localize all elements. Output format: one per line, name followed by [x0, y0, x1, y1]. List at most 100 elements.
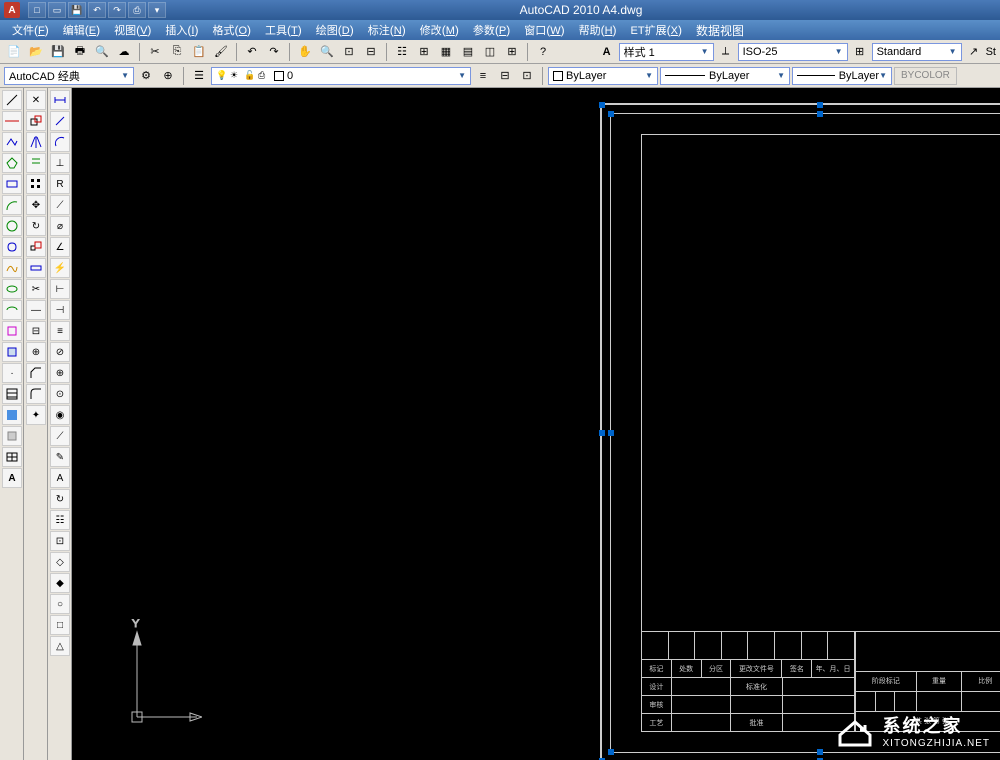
- qat-redo-icon[interactable]: ↷: [108, 2, 126, 18]
- open-icon[interactable]: 📂: [26, 42, 46, 62]
- circle-icon[interactable]: [2, 216, 22, 236]
- layer-manager-icon[interactable]: ☰: [189, 66, 209, 86]
- layer-state-icon[interactable]: ⊟: [495, 66, 515, 86]
- dim-diameter-icon[interactable]: ⌀: [50, 216, 70, 236]
- grip-handle[interactable]: [608, 111, 614, 117]
- rotate-icon[interactable]: ↻: [26, 216, 46, 236]
- hatch-icon[interactable]: [2, 384, 22, 404]
- grip-handle[interactable]: [608, 749, 614, 755]
- tolerance-icon[interactable]: ⊕: [50, 363, 70, 383]
- dim-radius-icon[interactable]: R: [50, 174, 70, 194]
- menu-et-ext[interactable]: ET扩展(X): [625, 20, 688, 40]
- pline-icon[interactable]: [2, 132, 22, 152]
- undo-icon[interactable]: ↶: [242, 42, 262, 62]
- insert-block-icon[interactable]: [2, 321, 22, 341]
- mleader-icon[interactable]: ↗: [964, 42, 984, 62]
- pan-icon[interactable]: ✋: [295, 42, 315, 62]
- copy-icon[interactable]: ⎘: [167, 42, 187, 62]
- dim-jog-line-icon[interactable]: ⟋: [50, 426, 70, 446]
- zoom-window-icon[interactable]: ⊡: [339, 42, 359, 62]
- workspace-save-icon[interactable]: ⊕: [158, 66, 178, 86]
- offset-icon[interactable]: [26, 153, 46, 173]
- properties-icon[interactable]: ☷: [392, 42, 412, 62]
- save-icon[interactable]: 💾: [48, 42, 68, 62]
- xline-icon[interactable]: [2, 111, 22, 131]
- designcenter-icon[interactable]: ⊞: [414, 42, 434, 62]
- dim-aligned-icon[interactable]: [50, 111, 70, 131]
- grip-handle[interactable]: [599, 430, 605, 436]
- dim-quick-icon[interactable]: ⚡: [50, 258, 70, 278]
- grip-handle[interactable]: [817, 111, 823, 117]
- cut-icon[interactable]: ✂: [145, 42, 165, 62]
- dimstyle-dropdown[interactable]: ISO-25▼: [738, 43, 848, 61]
- dim-update-icon[interactable]: ↻: [50, 489, 70, 509]
- menu-draw[interactable]: 绘图(D): [310, 20, 360, 40]
- qat-undo-icon[interactable]: ↶: [88, 2, 106, 18]
- publish-icon[interactable]: ☁: [114, 42, 134, 62]
- fillet-icon[interactable]: [26, 384, 46, 404]
- qat-print-icon[interactable]: ⎙: [128, 2, 146, 18]
- grip-handle[interactable]: [817, 102, 823, 108]
- erase-icon[interactable]: ✕: [26, 90, 46, 110]
- dim-inspect-icon[interactable]: ◉: [50, 405, 70, 425]
- dim-continue-icon[interactable]: ⊣: [50, 300, 70, 320]
- menu-window[interactable]: 窗口(W): [518, 20, 570, 40]
- help-icon[interactable]: ?: [533, 42, 553, 62]
- dim-misc2-icon[interactable]: ◆: [50, 573, 70, 593]
- calc-icon[interactable]: ⊞: [502, 42, 522, 62]
- grip-handle[interactable]: [608, 430, 614, 436]
- toolpalette-icon[interactable]: ▦: [436, 42, 456, 62]
- explode-icon[interactable]: ✦: [26, 405, 46, 425]
- drawing-canvas[interactable]: 标记 处数 分区 更改文件号 签名 年、月、日 设计 标准化: [72, 88, 1000, 760]
- point-icon[interactable]: ·: [2, 363, 22, 383]
- extend-icon[interactable]: —: [26, 300, 46, 320]
- table-icon[interactable]: [2, 447, 22, 467]
- polygon-icon[interactable]: [2, 153, 22, 173]
- dim-ordinate-icon[interactable]: ⊥: [50, 153, 70, 173]
- revcloud-icon[interactable]: [2, 237, 22, 257]
- markup-icon[interactable]: ◫: [480, 42, 500, 62]
- dim-edit-icon[interactable]: ✎: [50, 447, 70, 467]
- menu-view[interactable]: 视图(V): [108, 20, 157, 40]
- spline-icon[interactable]: [2, 258, 22, 278]
- join-icon[interactable]: ⊕: [26, 342, 46, 362]
- menu-tools[interactable]: 工具(T): [259, 20, 308, 40]
- menu-edit[interactable]: 编辑(E): [57, 20, 106, 40]
- layer-iso-icon[interactable]: ⊡: [517, 66, 537, 86]
- tablestyle-icon[interactable]: ⊞: [850, 42, 870, 62]
- menu-help[interactable]: 帮助(H): [573, 20, 623, 40]
- workspace-settings-icon[interactable]: ⚙: [136, 66, 156, 86]
- drawing-sheet-frame[interactable]: 标记 处数 分区 更改文件号 签名 年、月、日 设计 标准化: [600, 103, 1000, 760]
- color-dropdown[interactable]: ByLayer▼: [548, 67, 658, 85]
- bycolor-button[interactable]: BYCOLOR: [894, 67, 957, 85]
- menu-insert[interactable]: 插入(I): [159, 20, 204, 40]
- new-icon[interactable]: 📄: [4, 42, 24, 62]
- dim-misc4-icon[interactable]: □: [50, 615, 70, 635]
- grip-handle[interactable]: [599, 102, 605, 108]
- trim-icon[interactable]: ✂: [26, 279, 46, 299]
- region-icon[interactable]: [2, 426, 22, 446]
- layer-dropdown[interactable]: 💡 ☀ 🔓 ⎙ 0 ▼: [211, 67, 471, 85]
- grip-handle[interactable]: [817, 749, 823, 755]
- dim-space-icon[interactable]: ≡: [50, 321, 70, 341]
- dim-angular-icon[interactable]: ∠: [50, 237, 70, 257]
- dim-linear-icon[interactable]: [50, 90, 70, 110]
- ellipse-arc-icon[interactable]: [2, 300, 22, 320]
- zoom-prev-icon[interactable]: ⊟: [361, 42, 381, 62]
- ellipse-icon[interactable]: [2, 279, 22, 299]
- workspace-dropdown[interactable]: AutoCAD 经典▼: [4, 67, 134, 85]
- break-icon[interactable]: ⊟: [26, 321, 46, 341]
- stretch-icon[interactable]: [26, 258, 46, 278]
- make-block-icon[interactable]: [2, 342, 22, 362]
- zoom-realtime-icon[interactable]: 🔍: [317, 42, 337, 62]
- line-icon[interactable]: [2, 90, 22, 110]
- dimstyle-icon[interactable]: ⟂: [716, 42, 736, 62]
- qat-new-icon[interactable]: □: [28, 2, 46, 18]
- tablestyle-dropdown[interactable]: Standard▼: [872, 43, 962, 61]
- mtext-icon[interactable]: A: [2, 468, 22, 488]
- center-mark-icon[interactable]: ⊙: [50, 384, 70, 404]
- dim-jogged-icon[interactable]: ⟋: [50, 195, 70, 215]
- menu-format[interactable]: 格式(O): [206, 20, 257, 40]
- matchprop-icon[interactable]: 🖌: [211, 42, 231, 62]
- textstyle-icon[interactable]: A: [597, 42, 617, 62]
